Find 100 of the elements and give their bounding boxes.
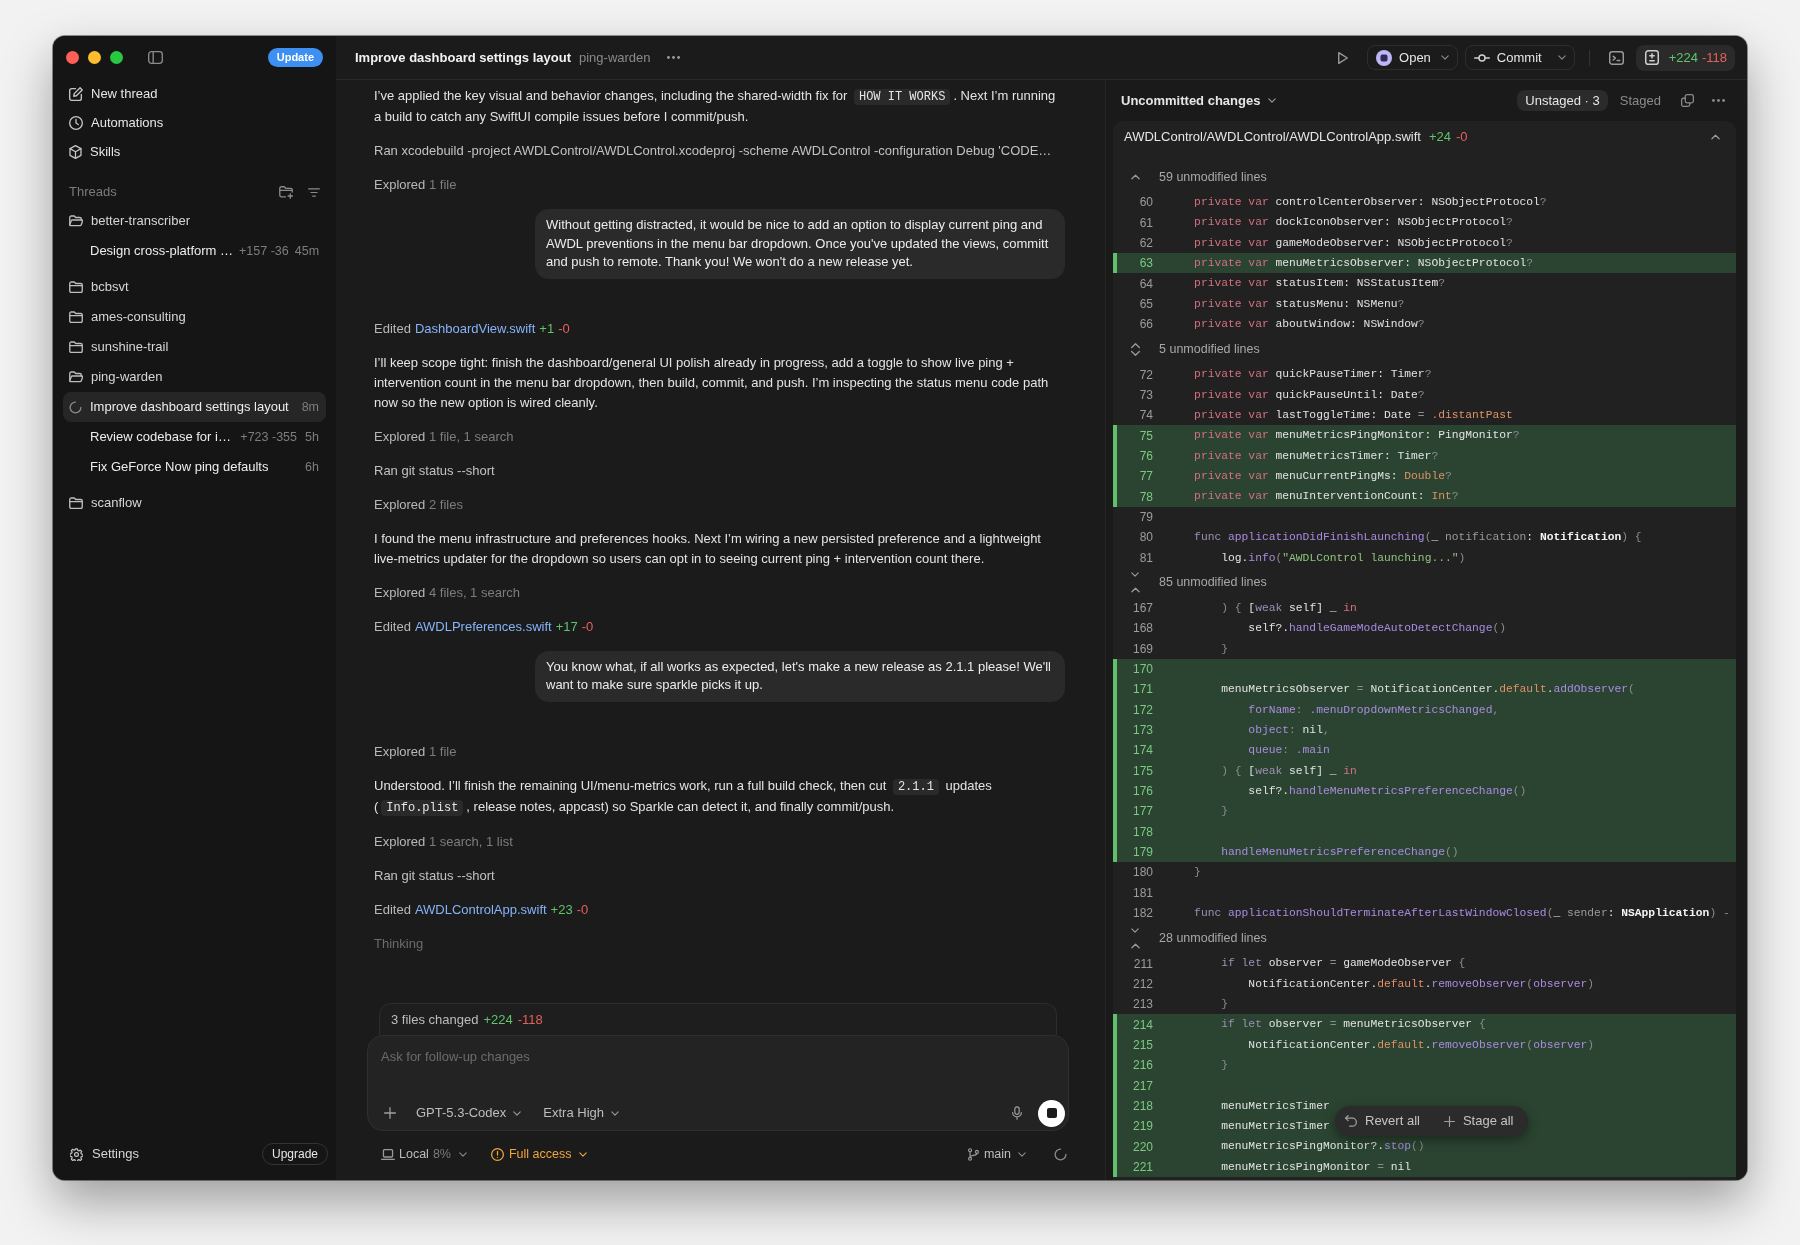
thread-item[interactable]: Review codebase for i… +723 -355 5h: [63, 422, 326, 452]
cube-icon: [69, 144, 82, 159]
clock-icon: [69, 115, 83, 130]
commit-button[interactable]: Commit: [1464, 45, 1575, 70]
model-selector[interactable]: GPT-5.3-Codex: [416, 1103, 522, 1123]
access-selector[interactable]: Full access: [490, 1144, 587, 1164]
line-number: 220: [1131, 1140, 1153, 1153]
nav-item[interactable]: Skills: [63, 137, 326, 166]
code-line: private var menuMetricsTimer: Timer?: [1193, 448, 1439, 464]
file-link[interactable]: AWDLPreferences.swift: [414, 616, 552, 637]
thread-age: 6h: [304, 458, 319, 476]
project-item[interactable]: sunshine-trail: [63, 332, 326, 362]
line-number: 218: [1131, 1099, 1153, 1112]
minimize-window-icon[interactable]: [88, 51, 101, 64]
project-item[interactable]: better-transcriber: [63, 206, 326, 236]
project-item[interactable]: scanflow: [63, 488, 326, 518]
play-icon[interactable]: [1338, 51, 1349, 64]
undo-icon: [1345, 1115, 1357, 1127]
line-number: 169: [1131, 642, 1153, 655]
line-number: 173: [1131, 724, 1153, 737]
code-line: menuMetricsPingMonitor?.stop(): [1220, 1139, 1425, 1155]
collapsed-lines-label[interactable]: 28 unmodified lines: [1159, 928, 1267, 948]
collapsed-lines-label[interactable]: 85 unmodified lines: [1159, 573, 1267, 593]
line-number: 79: [1138, 511, 1153, 523]
spinner-icon: [1054, 1147, 1067, 1161]
sidebar-toggle-icon[interactable]: [148, 51, 163, 64]
reasoning-selector[interactable]: Extra High: [543, 1103, 620, 1123]
microphone-icon[interactable]: [1012, 1106, 1022, 1120]
file-link[interactable]: DashboardView.swift: [414, 318, 536, 339]
chevron-down-icon: [458, 1151, 467, 1157]
project-item[interactable]: bcbsvt: [63, 272, 326, 302]
stop-button[interactable]: [1038, 1099, 1065, 1127]
code-line: object: nil,: [1247, 722, 1330, 738]
thread-item[interactable]: Design cross-platform … +157 -36 45m: [63, 236, 326, 266]
section-header: Threads: [69, 183, 117, 202]
app-icon: [1376, 49, 1393, 66]
terminal-icon[interactable]: [1608, 50, 1624, 65]
message-input[interactable]: Ask for follow-up changes: [381, 1045, 1055, 1067]
code-line: forName: .menuDropdownMetricsChanged,: [1247, 702, 1500, 718]
zoom-window-icon[interactable]: [110, 51, 123, 64]
chevron-up-icon[interactable]: [1130, 942, 1140, 949]
add-folder-icon[interactable]: [279, 185, 293, 199]
tab[interactable]: Unstaged · 3: [1517, 90, 1608, 111]
expand-icon[interactable]: [1130, 342, 1140, 356]
line-number: 221: [1131, 1160, 1153, 1173]
copy-icon[interactable]: [1681, 94, 1694, 107]
project-item[interactable]: ping-warden: [63, 362, 326, 392]
additions-count: +23: [550, 900, 573, 919]
settings-item[interactable]: Settings: [70, 1144, 139, 1164]
chevron-down-icon: [578, 1151, 587, 1157]
line-number: 219: [1131, 1120, 1153, 1133]
collapsed-lines-label[interactable]: 59 unmodified lines: [1159, 167, 1267, 187]
additions-count: +224: [483, 1010, 513, 1029]
code-line: menuMetricsTimer: [1220, 1098, 1330, 1114]
chevron-down-icon[interactable]: [1131, 572, 1139, 578]
close-window-icon[interactable]: [66, 51, 79, 64]
code-line: func applicationShouldTerminateAfterLastWindowClosed(_ sender: NSApplication) -: [1193, 906, 1730, 921]
user-message: Without getting distracted, it would be nice to add an option to display current ping and AWDL preventions in the menu bar dropdown. Once you've updated the views, committ and push to remote. Thank you! We won't do a new release yet.: [535, 209, 1065, 279]
thread-age: 5h: [304, 428, 319, 446]
line-number: 212: [1131, 977, 1153, 990]
line-number: 213: [1131, 998, 1153, 1011]
code-line: private var statusMenu: NSMenu?: [1193, 296, 1405, 312]
collapsed-lines-label[interactable]: 5 unmodified lines: [1159, 340, 1260, 359]
thread-item[interactable]: Improve dashboard settings layout 8m: [63, 392, 326, 422]
settings-icon: [70, 1147, 83, 1161]
status-text: Thinking: [374, 934, 425, 953]
thread-item[interactable]: Fix GeForce Now ping defaults 6h: [63, 452, 326, 482]
chevron-up-icon[interactable]: [1130, 174, 1140, 180]
diff-toggle-button[interactable]: +224 -118: [1635, 44, 1735, 71]
code-line: private var menuMetricsObserver: NSObjectProtocol?: [1193, 256, 1534, 272]
plus-icon[interactable]: [384, 1107, 396, 1119]
more-icon[interactable]: [666, 56, 680, 59]
deletions-count: -0: [581, 617, 594, 636]
revert-all-button[interactable]: Revert all: [1345, 1111, 1420, 1131]
more-icon[interactable]: [1712, 99, 1725, 102]
code-line: if let observer = menuMetricsObserver {: [1220, 1017, 1486, 1033]
chevron-down-icon[interactable]: [1131, 927, 1139, 933]
nav-item[interactable]: Automations: [63, 108, 326, 137]
code-line: private var menuMetricsPingMonitor: PingMonitor?: [1193, 428, 1520, 444]
laptop-icon: [381, 1148, 395, 1160]
tab[interactable]: Staged: [1611, 90, 1669, 111]
code-line: NotificationCenter.default.removeObserver(observer): [1247, 1037, 1595, 1053]
filter-icon[interactable]: [308, 187, 320, 197]
line-number: 180: [1131, 866, 1153, 879]
chevron-up-icon[interactable]: [1130, 587, 1140, 594]
environment-selector[interactable]: Local 8%: [381, 1144, 467, 1164]
code-line: ) { [weak self] _ in: [1220, 600, 1357, 616]
open-button[interactable]: Open: [1367, 45, 1458, 70]
file-link[interactable]: AWDLControlApp.swift: [414, 899, 547, 920]
command-summary: Ran git status --short: [374, 866, 496, 885]
diff-icon: [1644, 50, 1659, 65]
chevron-down-icon: [1268, 98, 1277, 103]
project-item[interactable]: ames-consulting: [63, 302, 326, 332]
chevron-up-icon[interactable]: [1711, 134, 1720, 140]
stage-all-button[interactable]: Stage all: [1443, 1111, 1514, 1131]
nav-item[interactable]: New thread: [63, 79, 326, 108]
activity-label: Edited: [374, 900, 411, 919]
branch-selector[interactable]: main: [967, 1144, 1026, 1164]
line-number: 167: [1131, 602, 1153, 614]
changes-dropdown[interactable]: Uncommitted changes: [1121, 90, 1277, 111]
